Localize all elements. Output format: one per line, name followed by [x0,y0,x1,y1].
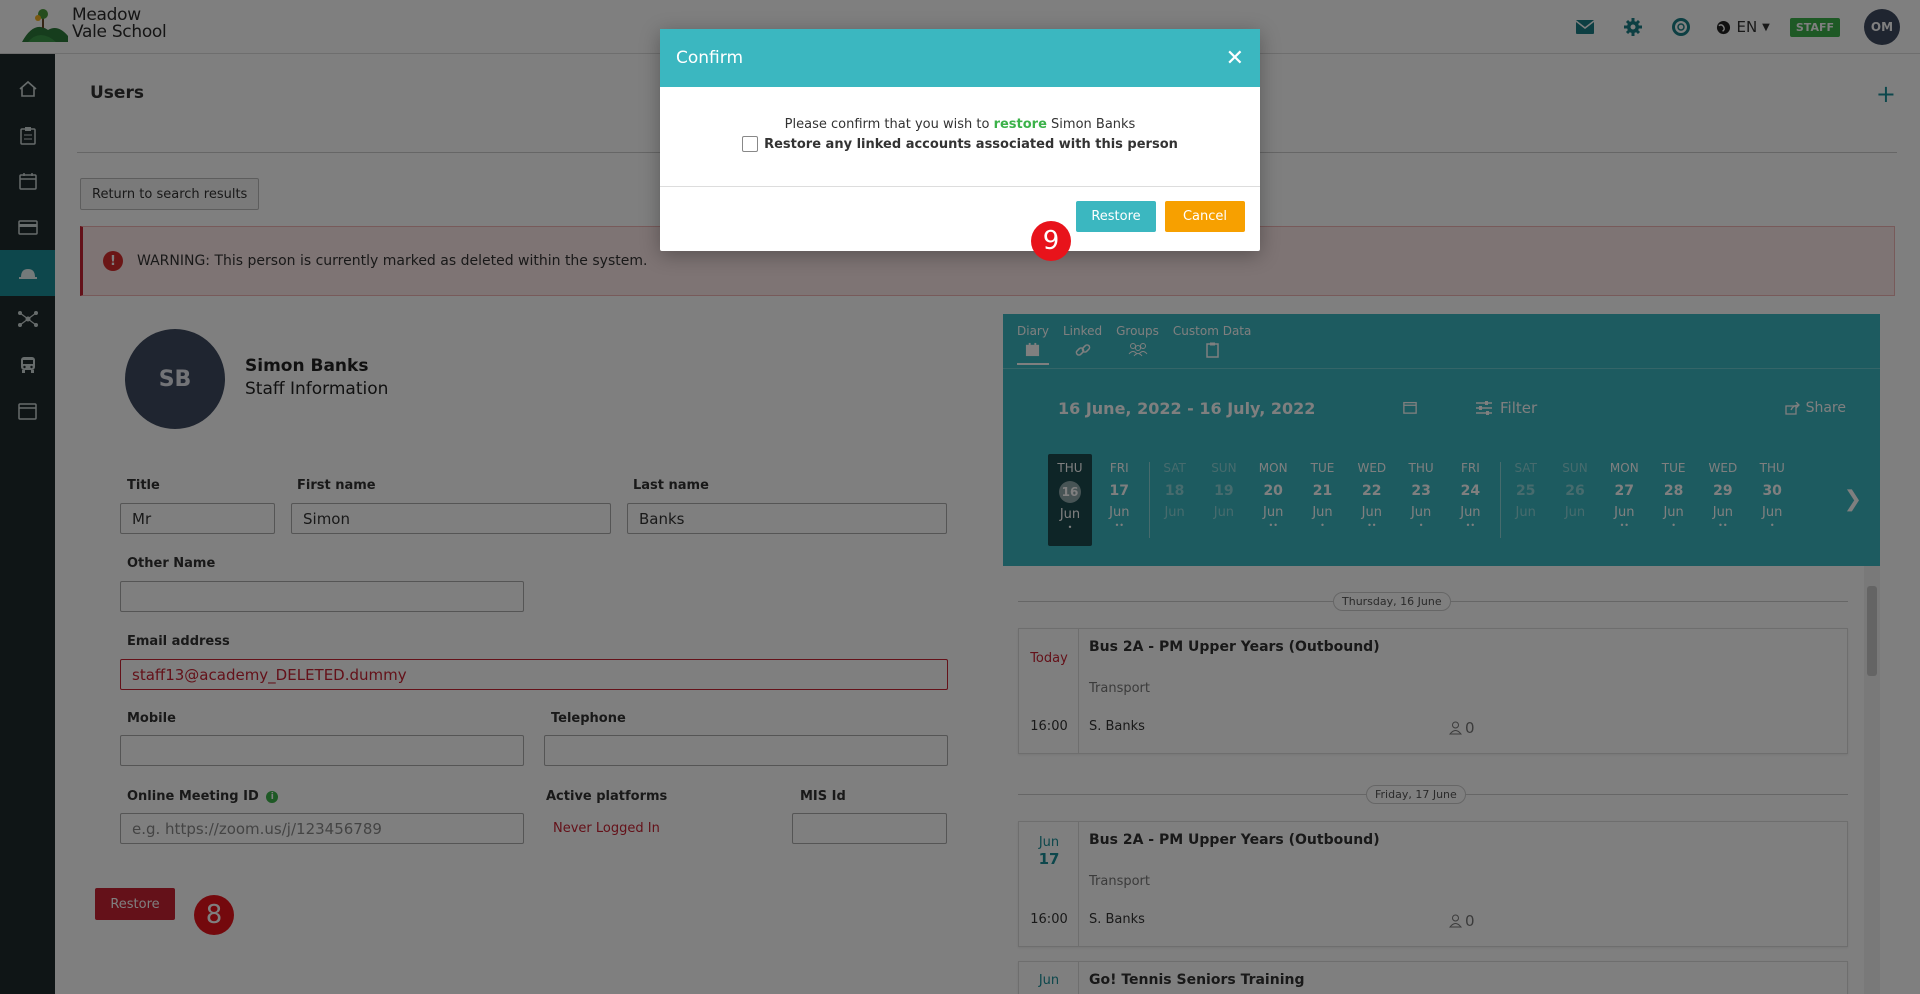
confirm-message: Please confirm that you wish to restore … [660,117,1260,132]
dialog-header: Confirm ✕ [660,29,1260,87]
dialog-title: Confirm [676,48,744,68]
confirm-restore-button[interactable]: Restore [1076,201,1156,232]
dialog-footer: Restore Cancel [660,187,1260,249]
linked-accounts-option: Restore any linked accounts associated w… [660,136,1260,152]
confirm-action-word: restore [993,117,1047,132]
restore-linked-checkbox[interactable] [742,136,759,152]
confirm-person-name: Simon Banks [1051,117,1136,132]
close-icon[interactable]: ✕ [1226,46,1244,71]
confirm-dialog: Confirm ✕ Please confirm that you wish t… [660,29,1260,251]
cancel-button[interactable]: Cancel [1165,201,1245,232]
step-badge-9: 9 [1031,221,1071,261]
restore-linked-label: Restore any linked accounts associated w… [764,136,1178,152]
dialog-body: Please confirm that you wish to restore … [660,87,1260,187]
confirm-message-pre: Please confirm that you wish to [784,117,990,132]
